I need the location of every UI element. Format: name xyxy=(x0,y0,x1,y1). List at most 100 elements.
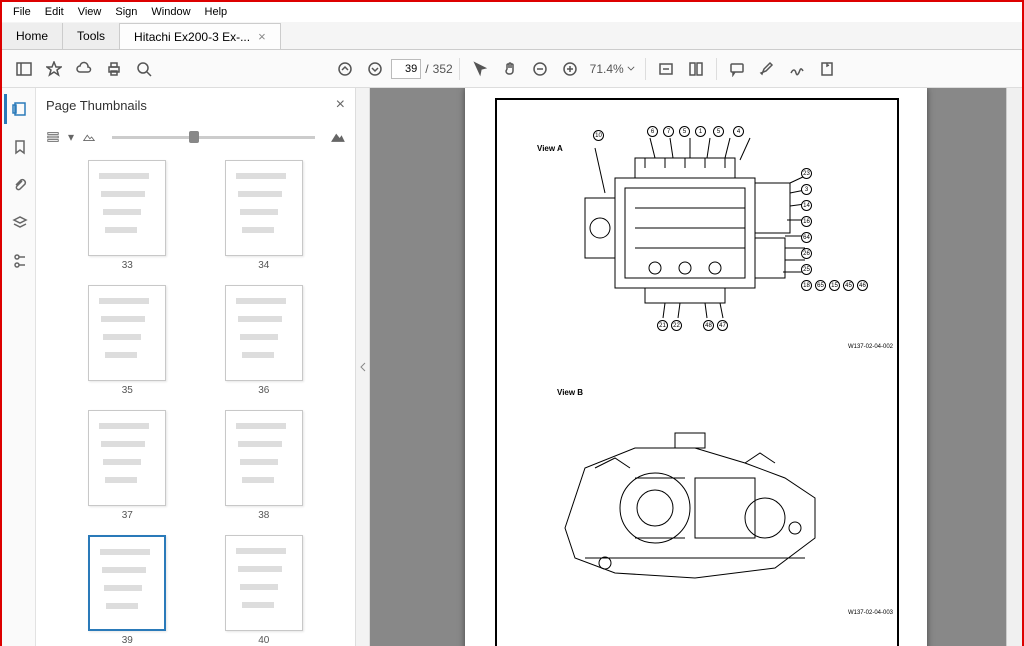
more-tools-icon[interactable] xyxy=(813,55,841,83)
callout: 23 xyxy=(801,168,812,179)
layers-icon[interactable] xyxy=(4,208,34,238)
fit-width-icon[interactable] xyxy=(652,55,680,83)
side-rail xyxy=(2,88,36,646)
thumbnail-page-34[interactable]: 34 xyxy=(201,160,328,271)
callout: 10 xyxy=(593,130,604,141)
tab-tools[interactable]: Tools xyxy=(63,23,120,49)
page-number-input[interactable] xyxy=(391,59,421,79)
hand-icon[interactable] xyxy=(496,55,524,83)
page-total: 352 xyxy=(433,62,453,76)
menu-view[interactable]: View xyxy=(71,4,109,20)
view-a-label: View A xyxy=(537,144,563,153)
thumbnail-list[interactable]: 33343536373839404142 xyxy=(36,152,355,646)
cloud-icon[interactable] xyxy=(70,55,98,83)
callout: 26 xyxy=(801,248,812,259)
thumbnail-label: 35 xyxy=(122,385,133,396)
thumbnail-page-36[interactable]: 36 xyxy=(201,285,328,396)
zoom-in-icon[interactable] xyxy=(556,55,584,83)
callout: 4 xyxy=(733,126,744,137)
zoom-level[interactable]: 71.4% xyxy=(586,62,639,76)
callout: 3 xyxy=(801,184,812,195)
dropdown-arrow-icon[interactable]: ▾ xyxy=(68,130,74,144)
callout: 22 xyxy=(671,320,682,331)
thumbnail-page-35[interactable]: 35 xyxy=(64,285,191,396)
callout: 1 xyxy=(695,126,706,137)
tab-row: Home Tools Hitachi Ex200-3 Ex-... × xyxy=(2,22,1022,50)
page-up-icon[interactable] xyxy=(331,55,359,83)
callout: 14 xyxy=(801,200,812,211)
tab-close-icon[interactable]: × xyxy=(258,29,266,44)
highlight-icon[interactable] xyxy=(753,55,781,83)
menu-sign[interactable]: Sign xyxy=(108,4,144,20)
callout: 64 xyxy=(801,232,812,243)
callout: 16 xyxy=(801,216,812,227)
sign-icon[interactable] xyxy=(783,55,811,83)
thumbnail-page-37[interactable]: 37 xyxy=(64,410,191,521)
callout: 47 xyxy=(717,320,728,331)
print-icon[interactable] xyxy=(100,55,128,83)
document-view[interactable]: View A xyxy=(370,88,1022,646)
callout: 18 xyxy=(801,280,812,291)
bookmark-icon[interactable] xyxy=(4,132,34,162)
ref-code-2: W137-02-04-003 xyxy=(848,610,893,616)
menu-edit[interactable]: Edit xyxy=(38,4,71,20)
search-icon[interactable] xyxy=(130,55,158,83)
tab-home[interactable]: Home xyxy=(2,23,63,49)
small-thumb-icon xyxy=(82,130,96,144)
tags-icon[interactable] xyxy=(4,246,34,276)
diagram-view-a xyxy=(575,128,815,328)
attachment-icon[interactable] xyxy=(4,170,34,200)
thumbnail-label: 33 xyxy=(122,260,133,271)
thumbnail-label: 40 xyxy=(258,635,269,646)
page-down-icon[interactable] xyxy=(361,55,389,83)
thumbnail-page-40[interactable]: 40 xyxy=(201,535,328,646)
pointer-icon[interactable] xyxy=(466,55,494,83)
callout: 5 xyxy=(713,126,724,137)
callout: 7 xyxy=(663,126,674,137)
diagram-view-b xyxy=(545,408,845,598)
callout: 6 xyxy=(647,126,658,137)
thumbnail-label: 38 xyxy=(258,510,269,521)
vertical-scrollbar[interactable] xyxy=(1006,88,1022,646)
callout: 45 xyxy=(843,280,854,291)
sidebar-toggle-icon[interactable] xyxy=(10,55,38,83)
thumbnail-page-38[interactable]: 38 xyxy=(201,410,328,521)
page-display-icon[interactable] xyxy=(682,55,710,83)
thumbnail-label: 37 xyxy=(122,510,133,521)
ref-code-1: W137-02-04-002 xyxy=(848,344,893,350)
large-thumb-icon xyxy=(331,130,345,144)
callout: 15 xyxy=(829,280,840,291)
thumbnail-page-39[interactable]: 39 xyxy=(64,535,191,646)
callout: 25 xyxy=(801,264,812,275)
menu-bar: File Edit View Sign Window Help xyxy=(2,2,1022,22)
zoom-out-icon[interactable] xyxy=(526,55,554,83)
thumbnail-tools: ▾ xyxy=(36,122,355,152)
menu-file[interactable]: File xyxy=(6,4,38,20)
page-content: View A xyxy=(465,88,927,646)
thumbnail-page-33[interactable]: 33 xyxy=(64,160,191,271)
tab-document-label: Hitachi Ex200-3 Ex-... xyxy=(134,30,250,44)
callout: 46 xyxy=(857,280,868,291)
callout: 21 xyxy=(657,320,668,331)
thumbnails-icon[interactable] xyxy=(4,94,34,124)
thumbnail-label: 34 xyxy=(258,260,269,271)
tab-document[interactable]: Hitachi Ex200-3 Ex-... × xyxy=(120,23,281,49)
zoom-value: 71.4% xyxy=(590,62,624,76)
star-icon[interactable] xyxy=(40,55,68,83)
thumbnail-panel: Page Thumbnails × ▾ 33343536373839404142 xyxy=(36,88,356,646)
collapse-handle[interactable] xyxy=(356,88,370,646)
close-panel-icon[interactable]: × xyxy=(336,96,345,114)
comment-icon[interactable] xyxy=(723,55,751,83)
thumbnail-label: 36 xyxy=(258,385,269,396)
toolbar: / 352 71.4% xyxy=(2,50,1022,88)
view-b-label: View B xyxy=(557,388,583,397)
thumbnail-size-slider[interactable] xyxy=(112,136,315,139)
options-icon[interactable] xyxy=(46,130,60,144)
callout: 5 xyxy=(679,126,690,137)
menu-help[interactable]: Help xyxy=(198,4,235,20)
menu-window[interactable]: Window xyxy=(144,4,197,20)
thumbnail-title: Page Thumbnails xyxy=(46,98,147,113)
callout: 48 xyxy=(703,320,714,331)
thumbnail-label: 39 xyxy=(122,635,133,646)
main-area: Page Thumbnails × ▾ 33343536373839404142… xyxy=(2,88,1022,646)
